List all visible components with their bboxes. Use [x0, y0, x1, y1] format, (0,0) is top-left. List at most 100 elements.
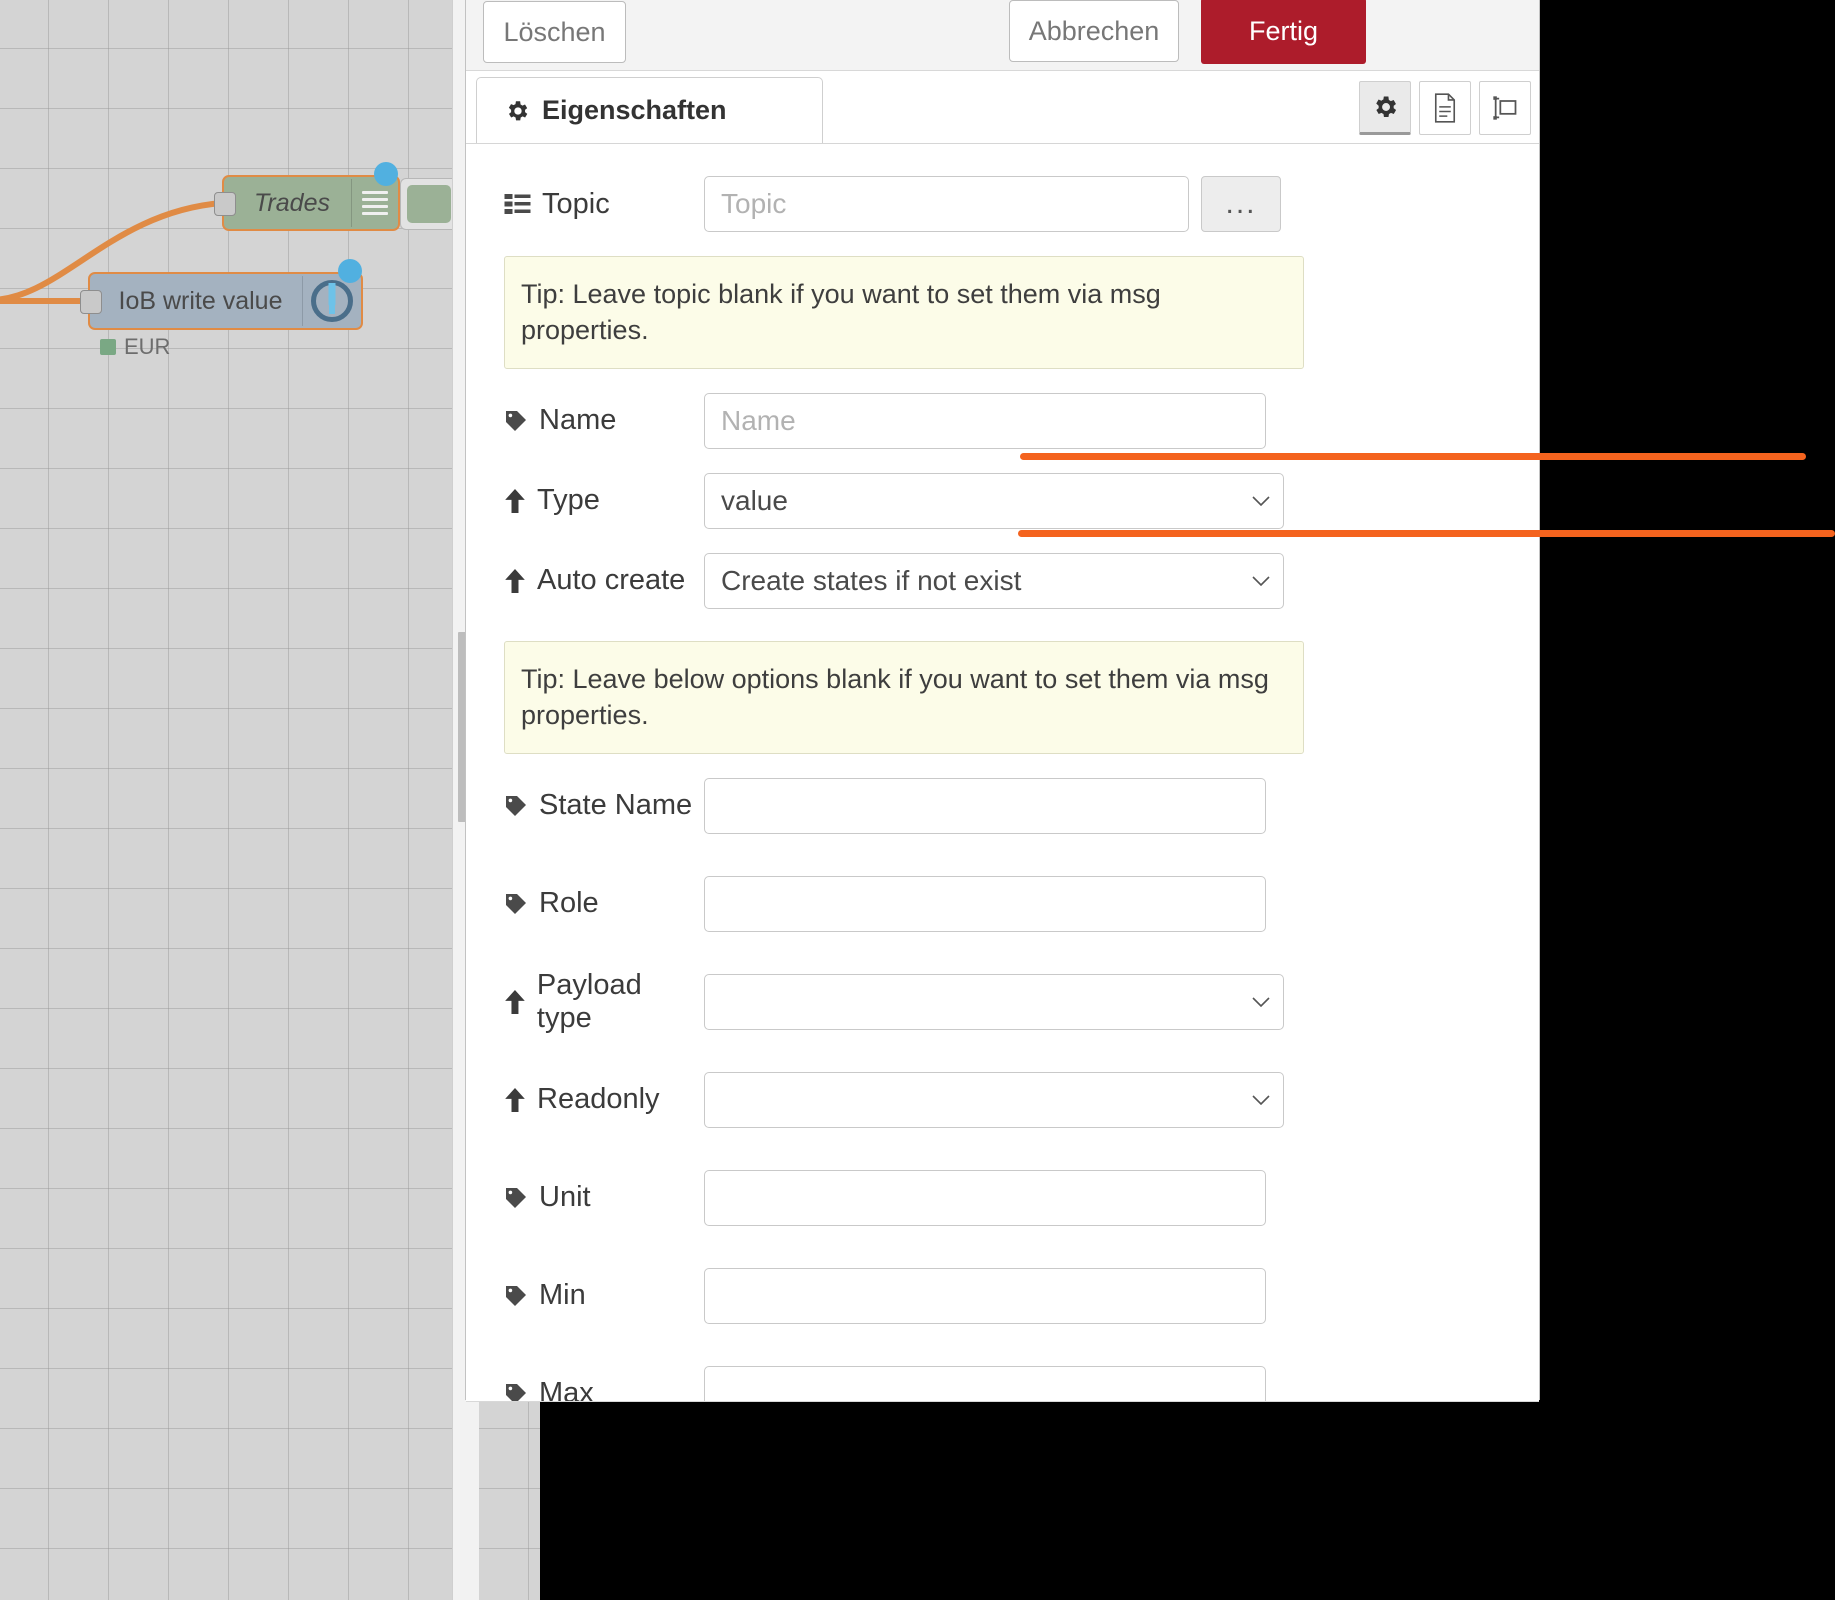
arrow-up-icon: [505, 1087, 525, 1112]
adjacent-node-stub[interactable]: [400, 178, 458, 230]
chevron-down-icon: [1252, 997, 1270, 1007]
tip-options: Tip: Leave below options blank if you wa…: [504, 640, 1304, 754]
dialog-header: Löschen Abbrechen Fertig: [466, 0, 1539, 71]
node-status-badge: EUR: [100, 334, 170, 360]
label-type: Type: [504, 484, 704, 517]
done-button[interactable]: Fertig: [1201, 0, 1366, 64]
row-name: Name: [466, 383, 1539, 459]
label-payload-type: Payload type: [504, 969, 704, 1035]
label-max-text: Max: [539, 1377, 594, 1402]
label-topic-text: Topic: [542, 187, 610, 220]
label-auto-create-text: Auto create: [537, 564, 686, 597]
annotation-line-auto-create: [1018, 530, 1835, 537]
auto-create-select-value: Create states if not exist: [721, 564, 1022, 596]
label-readonly-text: Readonly: [537, 1083, 660, 1116]
label-min-text: Min: [539, 1279, 586, 1312]
auto-create-select[interactable]: Create states if not exist: [704, 552, 1284, 609]
chevron-down-icon: [1252, 1095, 1270, 1105]
tab-label: Eigenschaften: [542, 95, 727, 125]
dialog-tabbar: Eigenschaften: [466, 71, 1539, 144]
name-input[interactable]: [704, 392, 1266, 449]
status-square-icon: [100, 339, 116, 355]
node-edit-dialog: Löschen Abbrechen Fertig Eigenschaften T…: [465, 0, 1540, 1402]
tip-topic: Tip: Leave topic blank if you want to se…: [504, 256, 1304, 369]
label-readonly: Readonly: [504, 1083, 704, 1116]
row-max: Max: [466, 1356, 1539, 1402]
state-name-input[interactable]: [704, 777, 1266, 834]
row-auto-create: Auto create Create states if not exist: [466, 543, 1539, 619]
arrow-up-icon: [505, 989, 525, 1014]
tag-icon: [506, 893, 526, 914]
type-select-value: value: [721, 484, 788, 516]
role-input[interactable]: [704, 875, 1266, 932]
max-input[interactable]: [704, 1365, 1266, 1402]
arrow-up-icon: [505, 568, 525, 593]
node-iob-label: IoB write value: [118, 286, 283, 315]
node-iob-input-port[interactable]: [80, 290, 102, 314]
node-divider: [302, 276, 303, 326]
label-type-text: Type: [537, 484, 600, 517]
label-min: Min: [504, 1279, 704, 1312]
row-readonly: Readonly: [466, 1062, 1539, 1138]
appearance-tool-button[interactable]: [1479, 81, 1531, 135]
chevron-down-icon: [1252, 576, 1270, 586]
annotation-line-type: [1020, 453, 1806, 460]
tag-icon: [506, 1285, 526, 1306]
hamburger-icon: [362, 191, 388, 215]
form-bottom-divider: [466, 1401, 1539, 1402]
tag-icon: [506, 410, 526, 431]
label-role-text: Role: [539, 887, 599, 920]
label-unit-text: Unit: [539, 1181, 591, 1214]
gear-icon: [508, 100, 528, 120]
document-icon: [1434, 93, 1456, 123]
node-trades[interactable]: Trades: [222, 175, 400, 231]
label-name-text: Name: [539, 404, 617, 437]
label-state-name: State Name: [504, 789, 704, 822]
label-state-name-text: State Name: [539, 789, 693, 822]
list-icon: [504, 194, 531, 214]
readonly-select[interactable]: [704, 1071, 1284, 1128]
properties-form: Topic ... Tip: Leave topic blank if you …: [466, 144, 1539, 1402]
row-state-name: State Name: [466, 768, 1539, 844]
gear-tool-button[interactable]: [1359, 81, 1411, 135]
cancel-button[interactable]: Abbrechen: [1009, 0, 1179, 62]
tag-icon: [506, 1187, 526, 1208]
row-topic: Topic ...: [466, 166, 1539, 242]
payload-type-select[interactable]: [704, 973, 1284, 1030]
label-unit: Unit: [504, 1181, 704, 1214]
label-max: Max: [504, 1377, 704, 1402]
arrow-up-icon: [505, 488, 525, 513]
topic-input[interactable]: [704, 176, 1189, 232]
node-status-label: EUR: [124, 334, 171, 359]
row-min: Min: [466, 1258, 1539, 1334]
node-divider: [351, 179, 352, 227]
label-topic: Topic: [504, 188, 704, 221]
dialog-tool-buttons: [1359, 81, 1531, 135]
chevron-down-icon: [1252, 496, 1270, 506]
row-payload-type: Payload type: [466, 964, 1539, 1040]
unit-input[interactable]: [704, 1169, 1266, 1226]
label-payload-type-text: Payload type: [536, 968, 642, 1034]
label-auto-create: Auto create: [504, 564, 704, 597]
delete-button[interactable]: Löschen: [483, 1, 626, 63]
node-trades-status-dot: [374, 162, 398, 186]
node-trades-input-port[interactable]: [214, 192, 236, 216]
node-iob-status-dot: [338, 259, 362, 283]
layout-icon: [1493, 96, 1517, 120]
screen-root: Trades IoB write value EUR Löschen Abbre…: [0, 0, 1835, 1600]
tag-icon: [506, 795, 526, 816]
node-iob-write-value[interactable]: IoB write value: [88, 272, 363, 330]
flow-canvas[interactable]: Trades IoB write value EUR: [0, 0, 540, 1600]
type-select[interactable]: value: [704, 472, 1284, 529]
min-input[interactable]: [704, 1267, 1266, 1324]
topic-browse-button[interactable]: ...: [1201, 176, 1281, 232]
row-unit: Unit: [466, 1160, 1539, 1236]
row-type: Type value: [466, 463, 1539, 539]
gear-icon: [1376, 96, 1397, 118]
label-name: Name: [504, 404, 704, 437]
label-role: Role: [504, 887, 704, 920]
description-tool-button[interactable]: [1419, 81, 1471, 135]
tab-eigenschaften[interactable]: Eigenschaften: [476, 77, 823, 143]
tag-icon: [506, 1383, 526, 1402]
row-role: Role: [466, 866, 1539, 942]
